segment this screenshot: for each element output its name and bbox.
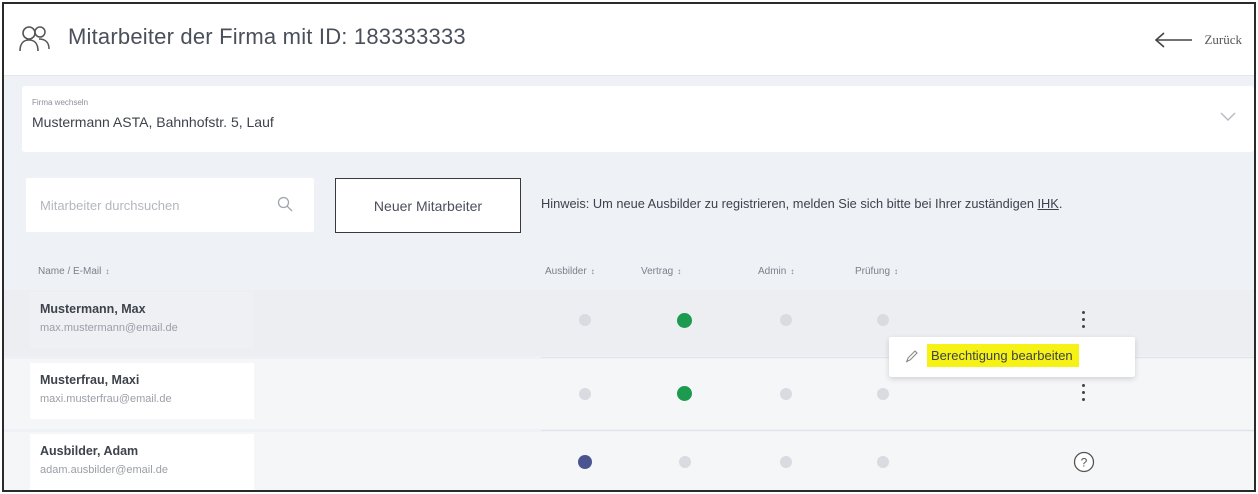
ausbilder-status-dot	[579, 388, 591, 400]
help-icon[interactable]: ?	[1073, 451, 1095, 473]
edit-permission-menu-item[interactable]: Berechtigung bearbeiten	[927, 344, 1079, 367]
column-header-pruefung-label: Prüfung	[855, 266, 891, 277]
back-button-label: Zurück	[1204, 32, 1242, 47]
vertrag-status-dot	[677, 313, 692, 328]
search-box	[26, 178, 314, 232]
column-header-vertrag[interactable]: Vertrag ↕	[641, 266, 681, 277]
column-header-name-label: Name / E-Mail	[38, 266, 102, 277]
new-employee-button[interactable]: Neuer Mitarbeiter	[335, 178, 521, 233]
employee-name-cell: Mustermann, Max max.mustermann@email.de	[30, 292, 254, 348]
company-select[interactable]: Firma wechseln Mustermann ASTA, Bahnhofs…	[22, 86, 1254, 152]
column-header-admin-label: Admin	[758, 266, 787, 277]
page-title: Mitarbeiter der Firma mit ID: 183333333	[68, 24, 466, 49]
admin-status-dot	[780, 388, 792, 400]
employee-search-input[interactable]	[26, 178, 314, 232]
row-menu-icon[interactable]	[1077, 309, 1089, 331]
employee-name-cell: Musterfrau, Maxi maxi.musterfrau@email.d…	[30, 363, 254, 419]
employee-email: max.mustermann@email.de	[40, 322, 178, 334]
employee-name: Mustermann, Max	[40, 302, 146, 316]
admin-status-dot	[780, 456, 792, 468]
employee-name-cell: Ausbilder, Adam adam.ausbilder@email.de	[30, 434, 254, 490]
row-divider	[541, 430, 1254, 431]
column-header-name[interactable]: Name / E-Mail ↕	[38, 266, 109, 277]
app-window: Mitarbeiter der Firma mit ID: 183333333 …	[2, 2, 1256, 492]
employee-email: maxi.musterfrau@email.de	[40, 393, 172, 405]
pruefung-status-dot	[877, 314, 889, 326]
company-select-label: Firma wechseln	[32, 98, 89, 107]
sort-icon: ↕	[105, 267, 110, 276]
search-icon[interactable]	[277, 196, 293, 212]
back-button[interactable]: Zurück	[1154, 28, 1242, 52]
ausbilder-status-dot	[579, 314, 591, 326]
help-glyph: ?	[1081, 456, 1088, 470]
ihk-link[interactable]: IHK	[1038, 196, 1059, 211]
sort-icon: ↕	[790, 267, 795, 276]
vertrag-status-dot	[679, 456, 691, 468]
employee-name: Ausbilder, Adam	[40, 444, 139, 458]
sort-icon: ↕	[590, 267, 595, 276]
registration-hint: Hinweis: Um neue Ausbilder zu registrier…	[541, 196, 1062, 211]
ausbilder-status-dot	[578, 455, 592, 469]
row-context-menu: Berechtigung bearbeiten	[889, 337, 1135, 377]
row-menu-icon[interactable]	[1077, 382, 1089, 404]
arrow-left-icon	[1155, 32, 1193, 48]
pruefung-status-dot	[877, 388, 889, 400]
company-select-value: Mustermann ASTA, Bahnhofstr. 5, Lauf	[32, 114, 274, 130]
pencil-icon	[905, 350, 918, 363]
column-header-vertrag-label: Vertrag	[641, 266, 674, 277]
chevron-down-icon	[1220, 112, 1236, 121]
column-header-admin[interactable]: Admin ↕	[758, 266, 794, 277]
column-header-ausbilder-label: Ausbilder	[545, 266, 587, 277]
page-header: Mitarbeiter der Firma mit ID: 183333333 …	[4, 4, 1254, 76]
sort-icon: ↕	[894, 267, 899, 276]
employee-name: Musterfrau, Maxi	[40, 373, 140, 387]
vertrag-status-dot	[677, 386, 692, 401]
pruefung-status-dot	[877, 456, 889, 468]
hint-text: Hinweis: Um neue Ausbilder zu registrier…	[541, 196, 1038, 211]
admin-status-dot	[780, 314, 792, 326]
sort-icon: ↕	[677, 267, 682, 276]
users-icon	[19, 26, 50, 52]
column-header-pruefung[interactable]: Prüfung ↕	[855, 266, 898, 277]
employee-email: adam.ausbilder@email.de	[40, 464, 168, 476]
hint-suffix: .	[1058, 196, 1063, 211]
column-header-ausbilder[interactable]: Ausbilder ↕	[545, 266, 595, 277]
